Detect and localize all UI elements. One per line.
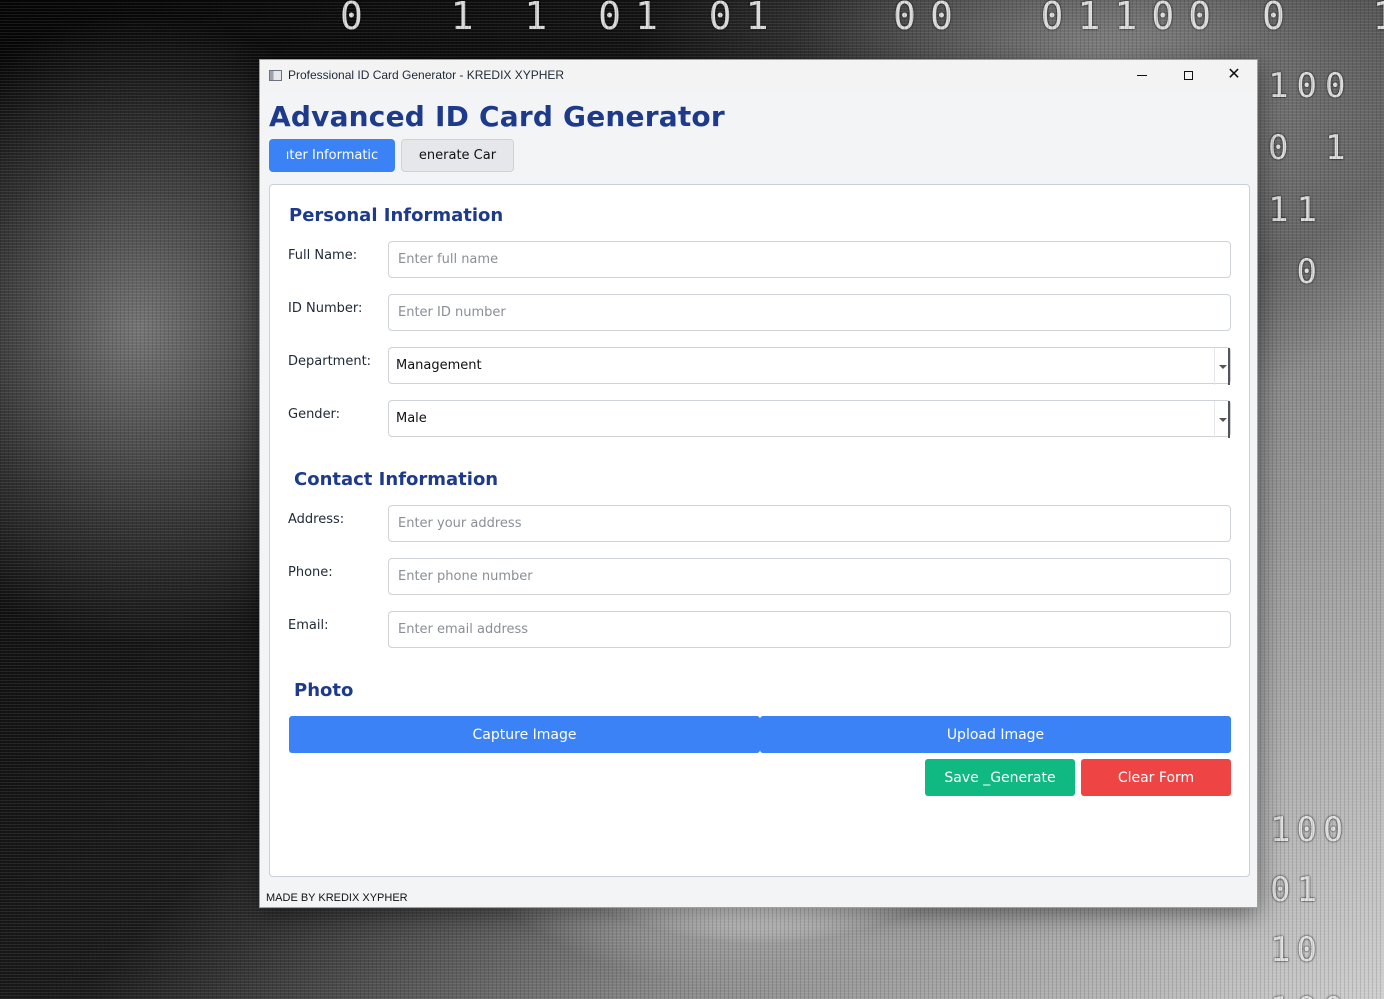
window-controls: ✕ bbox=[1119, 60, 1257, 90]
email-input[interactable] bbox=[388, 611, 1231, 648]
maximize-icon bbox=[1183, 70, 1193, 80]
id-number-input[interactable] bbox=[388, 294, 1231, 331]
app-window-icon bbox=[269, 69, 282, 81]
tab-bar: ıter Informatic enerate Car bbox=[269, 139, 514, 172]
contact-info-heading: Contact Information bbox=[294, 469, 499, 490]
form-panel: Personal Information Full Name: ID Numbe… bbox=[269, 184, 1250, 877]
address-input[interactable] bbox=[388, 505, 1231, 542]
id-number-label: ID Number: bbox=[288, 301, 363, 316]
footer-credit: MADE BY KREDIX XYPHER bbox=[266, 892, 408, 904]
wallpaper-binary-top: 0 1 1 01 01 00 01100 0 1 10 bbox=[340, 0, 1384, 38]
full-name-label: Full Name: bbox=[288, 248, 358, 263]
chevron-down-icon[interactable] bbox=[1214, 401, 1230, 438]
phone-label: Phone: bbox=[288, 565, 333, 580]
email-label: Email: bbox=[288, 618, 329, 633]
department-label: Department: bbox=[288, 354, 372, 369]
address-label: Address: bbox=[288, 512, 345, 527]
minimize-button[interactable] bbox=[1119, 60, 1165, 90]
full-name-input[interactable] bbox=[388, 241, 1231, 278]
gender-select[interactable]: Male bbox=[388, 400, 1231, 438]
gender-value: Male bbox=[396, 411, 427, 426]
title-bar[interactable]: Professional ID Card Generator - KREDIX … bbox=[260, 60, 1257, 90]
window-title: Professional ID Card Generator - KREDIX … bbox=[288, 68, 565, 82]
chevron-down-icon[interactable] bbox=[1214, 348, 1230, 385]
page-title: Advanced ID Card Generator bbox=[269, 100, 725, 133]
app-window: Professional ID Card Generator - KREDIX … bbox=[259, 59, 1258, 908]
photo-heading: Photo bbox=[294, 680, 354, 701]
department-select[interactable]: Management bbox=[388, 347, 1231, 385]
upload-image-button[interactable]: Upload Image bbox=[760, 716, 1231, 753]
close-button[interactable]: ✕ bbox=[1211, 60, 1257, 90]
phone-input[interactable] bbox=[388, 558, 1231, 595]
capture-image-button[interactable]: Capture Image bbox=[289, 716, 760, 753]
maximize-button[interactable] bbox=[1165, 60, 1211, 90]
wallpaper-binary-bottom-right: 100 01 10 100 bbox=[1270, 810, 1350, 999]
department-value: Management bbox=[396, 358, 482, 373]
gender-label: Gender: bbox=[288, 407, 341, 422]
save-generate-button[interactable]: Save _Generate bbox=[925, 759, 1075, 796]
wallpaper-binary-right: 100 0 1 11 0 bbox=[1268, 66, 1354, 292]
personal-info-heading: Personal Information bbox=[289, 205, 504, 226]
minimize-icon bbox=[1137, 74, 1147, 76]
tab-generate-card[interactable]: enerate Car bbox=[401, 139, 514, 172]
clear-form-button[interactable]: Clear Form bbox=[1081, 759, 1231, 796]
close-icon: ✕ bbox=[1227, 66, 1241, 83]
tab-enter-information[interactable]: ıter Informatic bbox=[269, 139, 395, 172]
